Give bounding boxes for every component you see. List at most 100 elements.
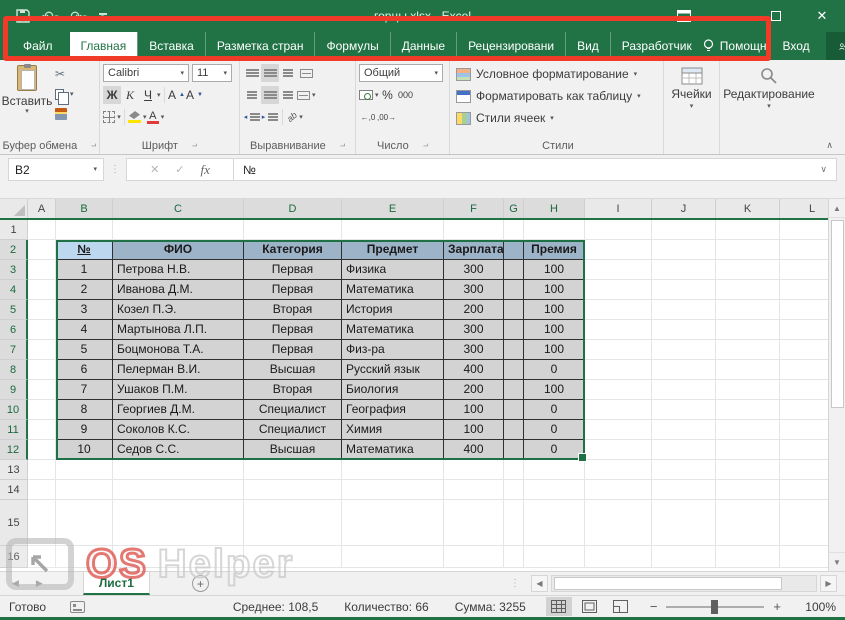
insert-function-button[interactable]: fx <box>201 162 210 178</box>
cell-A10[interactable] <box>28 400 56 420</box>
column-header-J[interactable]: J <box>652 199 716 218</box>
vertical-scroll-thumb[interactable] <box>830 220 844 408</box>
cell-D14[interactable] <box>244 480 342 500</box>
sheet-tab-list1[interactable]: Лист1 <box>82 572 150 595</box>
align-right-button[interactable] <box>279 86 297 104</box>
cell-C10[interactable]: Георгиев Д.М. <box>113 400 244 420</box>
next-sheet-icon[interactable]: ▶ <box>36 578 43 589</box>
cell-I5[interactable] <box>585 300 652 320</box>
cell-C5[interactable]: Козел П.Э. <box>113 300 244 320</box>
row-header-11[interactable]: 11 <box>0 420 28 440</box>
dialog-launcher-icon[interactable]: ⌐ <box>340 141 345 151</box>
cell-E14[interactable] <box>342 480 444 500</box>
cell-K13[interactable] <box>716 460 780 480</box>
borders-button[interactable]: ▾ <box>103 108 121 126</box>
cell-G10[interactable] <box>504 400 524 420</box>
cell-C14[interactable] <box>113 480 244 500</box>
cell-H14[interactable] <box>524 480 585 500</box>
cell-I9[interactable] <box>585 380 652 400</box>
cell-K6[interactable] <box>716 320 780 340</box>
cell-F8[interactable]: 400 <box>444 360 504 380</box>
align-left-button[interactable] <box>243 86 261 104</box>
cell-D1[interactable] <box>244 220 342 240</box>
font-size-select[interactable]: 11 ▾ <box>192 64 232 82</box>
cell-F9[interactable]: 200 <box>444 380 504 400</box>
cell-A4[interactable] <box>28 280 56 300</box>
cell-B13[interactable] <box>56 460 113 480</box>
cell-G4[interactable] <box>504 280 524 300</box>
cell-E5[interactable]: История <box>342 300 444 320</box>
horizontal-scroll-thumb[interactable] <box>554 577 782 590</box>
collapse-ribbon-button[interactable]: ∧ <box>826 140 833 151</box>
ribbon-tab-5[interactable]: Данные <box>389 32 456 60</box>
cell-E2[interactable]: Предмет <box>342 240 444 260</box>
cell-K14[interactable] <box>716 480 780 500</box>
cell-F3[interactable]: 300 <box>444 260 504 280</box>
column-header-G[interactable]: G <box>504 199 524 218</box>
undo-button[interactable]: ↶ ▾ <box>42 9 58 23</box>
cell-I4[interactable] <box>585 280 652 300</box>
cell-D6[interactable]: Первая <box>244 320 342 340</box>
cell-C15[interactable] <box>113 500 244 546</box>
column-header-K[interactable]: K <box>716 199 780 218</box>
merge-center-button[interactable]: ▾ <box>297 86 316 104</box>
font-color-button[interactable]: А ▾ <box>146 108 165 126</box>
decrease-indent-button[interactable]: ◂ <box>243 108 261 126</box>
cell-J4[interactable] <box>652 280 716 300</box>
decrease-decimal-button[interactable]: ,00→ <box>377 108 396 126</box>
comma-style-button[interactable]: 000 <box>397 86 415 104</box>
cell-E6[interactable]: Математика <box>342 320 444 340</box>
zoom-slider[interactable] <box>666 599 765 614</box>
cell-I12[interactable] <box>585 440 652 460</box>
cell-H11[interactable]: 0 <box>524 420 585 440</box>
cell-H1[interactable] <box>524 220 585 240</box>
cell-B10[interactable]: 8 <box>56 400 113 420</box>
align-center-button[interactable] <box>261 86 279 104</box>
row-header-1[interactable]: 1 <box>0 220 28 240</box>
cell-J2[interactable] <box>652 240 716 260</box>
cell-D9[interactable]: Вторая <box>244 380 342 400</box>
number-format-select[interactable]: Общий ▾ <box>359 64 443 82</box>
cell-F6[interactable]: 300 <box>444 320 504 340</box>
row-header-3[interactable]: 3 <box>0 260 28 280</box>
cell-C7[interactable]: Боцмонова Т.А. <box>113 340 244 360</box>
cell-D8[interactable]: Высшая <box>244 360 342 380</box>
ribbon-tab-2[interactable]: Вставка <box>137 32 205 60</box>
cell-A1[interactable] <box>28 220 56 240</box>
customize-qat-button[interactable]: ▾ <box>98 12 107 21</box>
cell-D16[interactable] <box>244 546 342 568</box>
prev-sheet-icon[interactable]: ◀ <box>12 578 19 589</box>
cell-D7[interactable]: Первая <box>244 340 342 360</box>
cell-C8[interactable]: Пелерман В.И. <box>113 360 244 380</box>
cell-J11[interactable] <box>652 420 716 440</box>
cell-G7[interactable] <box>504 340 524 360</box>
cell-D15[interactable] <box>244 500 342 546</box>
cell-K11[interactable] <box>716 420 780 440</box>
cell-C4[interactable]: Иванова Д.М. <box>113 280 244 300</box>
vertical-scrollbar[interactable]: ▲ ▼ <box>828 199 845 571</box>
cut-button[interactable]: ✂ <box>55 66 74 82</box>
cell-D3[interactable]: Первая <box>244 260 342 280</box>
cell-A15[interactable] <box>28 500 56 546</box>
dialog-launcher-icon[interactable]: ⌐ <box>423 141 428 151</box>
dialog-launcher-icon[interactable]: ⌐ <box>192 141 197 151</box>
column-header-H[interactable]: H <box>524 199 585 218</box>
cell-I3[interactable] <box>585 260 652 280</box>
save-button[interactable] <box>16 9 30 23</box>
enter-button[interactable]: ✓ <box>175 163 184 176</box>
column-header-F[interactable]: F <box>444 199 504 218</box>
expand-formula-bar-icon[interactable]: ∨ <box>820 164 827 175</box>
cell-A12[interactable] <box>28 440 56 460</box>
column-header-C[interactable]: C <box>113 199 244 218</box>
normal-view-button[interactable] <box>545 597 572 616</box>
cell-K5[interactable] <box>716 300 780 320</box>
row-header-7[interactable]: 7 <box>0 340 28 360</box>
cell-J9[interactable] <box>652 380 716 400</box>
cell-D2[interactable]: Категория <box>244 240 342 260</box>
column-header-E[interactable]: E <box>342 199 444 218</box>
cell-I2[interactable] <box>585 240 652 260</box>
align-middle-button[interactable] <box>261 64 279 82</box>
cell-J10[interactable] <box>652 400 716 420</box>
cell-E13[interactable] <box>342 460 444 480</box>
cell-J12[interactable] <box>652 440 716 460</box>
